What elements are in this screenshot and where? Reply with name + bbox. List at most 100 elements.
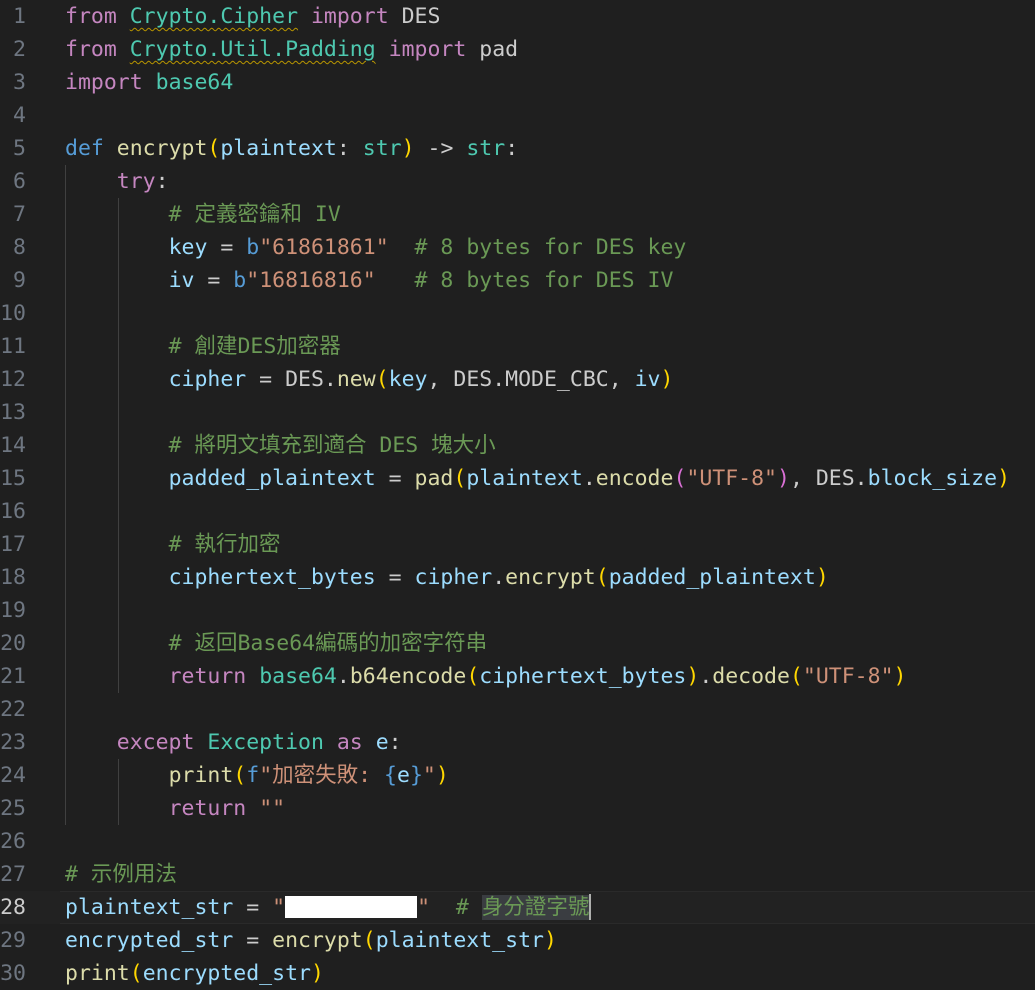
code-token: ) <box>660 367 674 392</box>
code-line[interactable]: 4 <box>0 99 1035 132</box>
code-line[interactable]: 19 <box>0 594 1035 627</box>
line-code: padded_plaintext = pad(plaintext.encode(… <box>65 462 1010 495</box>
code-token: ( <box>375 367 389 392</box>
line-number: 30 <box>0 961 26 986</box>
code-line[interactable]: 11 # 創建DES加密器 <box>0 330 1035 363</box>
code-token: ( <box>789 664 803 689</box>
code-line[interactable]: 29 encrypted_str = encrypt(plaintext_str) <box>0 924 1035 957</box>
line-number: 25 <box>0 796 26 821</box>
code-token: = <box>194 268 234 293</box>
redacted-value <box>285 895 418 918</box>
line-code: # 將明文填充到適合 DES 塊大小 <box>65 429 496 462</box>
code-token: # 示例用法 <box>65 862 177 887</box>
line-number: 29 <box>0 928 26 953</box>
line-code: # 執行加密 <box>65 528 281 561</box>
line-number: 11 <box>0 334 26 359</box>
line-code: from Crypto.Util.Padding import pad <box>65 33 518 66</box>
code-line[interactable]: 18 ciphertext_bytes = cipher.encrypt(pad… <box>0 561 1035 594</box>
indent-guide <box>118 198 119 693</box>
code-line[interactable]: 12 cipher = DES.new(key, DES.MODE_CBC, i… <box>0 363 1035 396</box>
line-number: 18 <box>0 565 26 590</box>
line-number: 21 <box>0 664 26 689</box>
code-line[interactable]: 9 iv = b"16816816" # 8 bytes for DES IV <box>0 264 1035 297</box>
code-token: ) <box>893 664 907 689</box>
code-line[interactable]: 22 <box>0 693 1035 726</box>
line-code: import base64 <box>65 66 233 99</box>
code-line[interactable]: 27 # 示例用法 <box>0 858 1035 891</box>
code-line[interactable]: 14 # 將明文填充到適合 DES 塊大小 <box>0 429 1035 462</box>
line-code: iv = b"16816816" # 8 bytes for DES IV <box>65 264 674 297</box>
code-token: "UTF-8" <box>686 466 777 491</box>
code-line[interactable]: 7 # 定義密鑰和 IV <box>0 198 1035 231</box>
code-token: : <box>155 169 169 194</box>
code-line[interactable]: 20 # 返回Base64編碼的加密字符串 <box>0 627 1035 660</box>
code-token: return <box>168 664 247 689</box>
code-line[interactable]: 10 <box>0 297 1035 330</box>
code-token: padded_plaintext <box>608 565 816 590</box>
code-token: "" <box>259 796 286 821</box>
code-line[interactable]: 26 <box>0 825 1035 858</box>
line-number: 3 <box>13 70 26 95</box>
code-line[interactable]: 5 def encrypt(plaintext: str) -> str: <box>0 132 1035 165</box>
code-line[interactable]: 3 import base64 <box>0 66 1035 99</box>
code-token: ( <box>453 466 467 491</box>
code-token: except <box>116 730 195 755</box>
code-line[interactable]: 25 return "" <box>0 792 1035 825</box>
code-line[interactable]: 8 key = b"61861861" # 8 bytes for DES ke… <box>0 231 1035 264</box>
code-token: ciphertext_bytes <box>479 664 687 689</box>
text-cursor <box>589 893 592 920</box>
line-number: 27 <box>0 862 26 887</box>
code-line[interactable]: 13 <box>0 396 1035 429</box>
line-code: encrypted_str = encrypt(plaintext_str) <box>65 924 557 957</box>
line-code: # 定義密鑰和 IV <box>65 198 341 231</box>
code-token: ) <box>777 466 790 491</box>
code-line[interactable]: 28 plaintext_str = " " # 身分證字號 <box>0 891 1035 924</box>
code-line[interactable]: 16 <box>0 495 1035 528</box>
code-token: try <box>116 169 156 194</box>
line-code: key = b"61861861" # 8 bytes for DES key <box>65 231 687 264</box>
code-token: = DES. <box>246 367 337 392</box>
code-token: b <box>246 235 260 260</box>
code-line[interactable]: 1 from Crypto.Cipher import DES <box>0 0 1035 33</box>
code-line[interactable]: 6 try: <box>0 165 1035 198</box>
code-token: = <box>233 928 273 953</box>
code-line[interactable]: 30 print(encrypted_str) <box>0 957 1035 990</box>
line-number: 28 <box>0 895 26 920</box>
line-number: 2 <box>13 37 26 62</box>
code-editor[interactable]: 1 from Crypto.Cipher import DES 2 from Cryp… <box>0 0 1035 990</box>
code-line[interactable]: 24 print(f"加密失敗: {e}") <box>0 759 1035 792</box>
code-line[interactable]: 21 return base64.b64encode(ciphertext_by… <box>0 660 1035 693</box>
line-code: cipher = DES.new(key, DES.MODE_CBC, iv) <box>65 363 674 396</box>
code-token: # 執行加密 <box>168 532 281 557</box>
code-line[interactable]: 15 padded_plaintext = pad(plaintext.enco… <box>0 462 1035 495</box>
code-token: f <box>246 763 260 788</box>
line-number: 7 <box>13 202 26 227</box>
code-token: block_size <box>867 466 998 491</box>
code-line[interactable]: 23 except Exception as e: <box>0 726 1035 759</box>
code-token: = <box>375 466 415 491</box>
code-line[interactable]: 17 # 執行加密 <box>0 528 1035 561</box>
code-token: # 8 bytes for DES key <box>414 235 687 260</box>
code-token: str <box>362 136 402 161</box>
code-token: as <box>336 730 363 755</box>
code-token: def <box>65 136 104 161</box>
line-code: except Exception as e: <box>65 726 402 759</box>
code-token: -> <box>427 136 454 161</box>
code-token: encrypt <box>116 136 208 161</box>
code-token: # 創建DES加密器 <box>168 334 341 359</box>
code-token: encrypt <box>505 565 596 590</box>
code-line[interactable]: 2 from Crypto.Util.Padding import pad <box>0 33 1035 66</box>
code-token: cipher <box>414 565 493 590</box>
code-token: : <box>336 136 363 161</box>
